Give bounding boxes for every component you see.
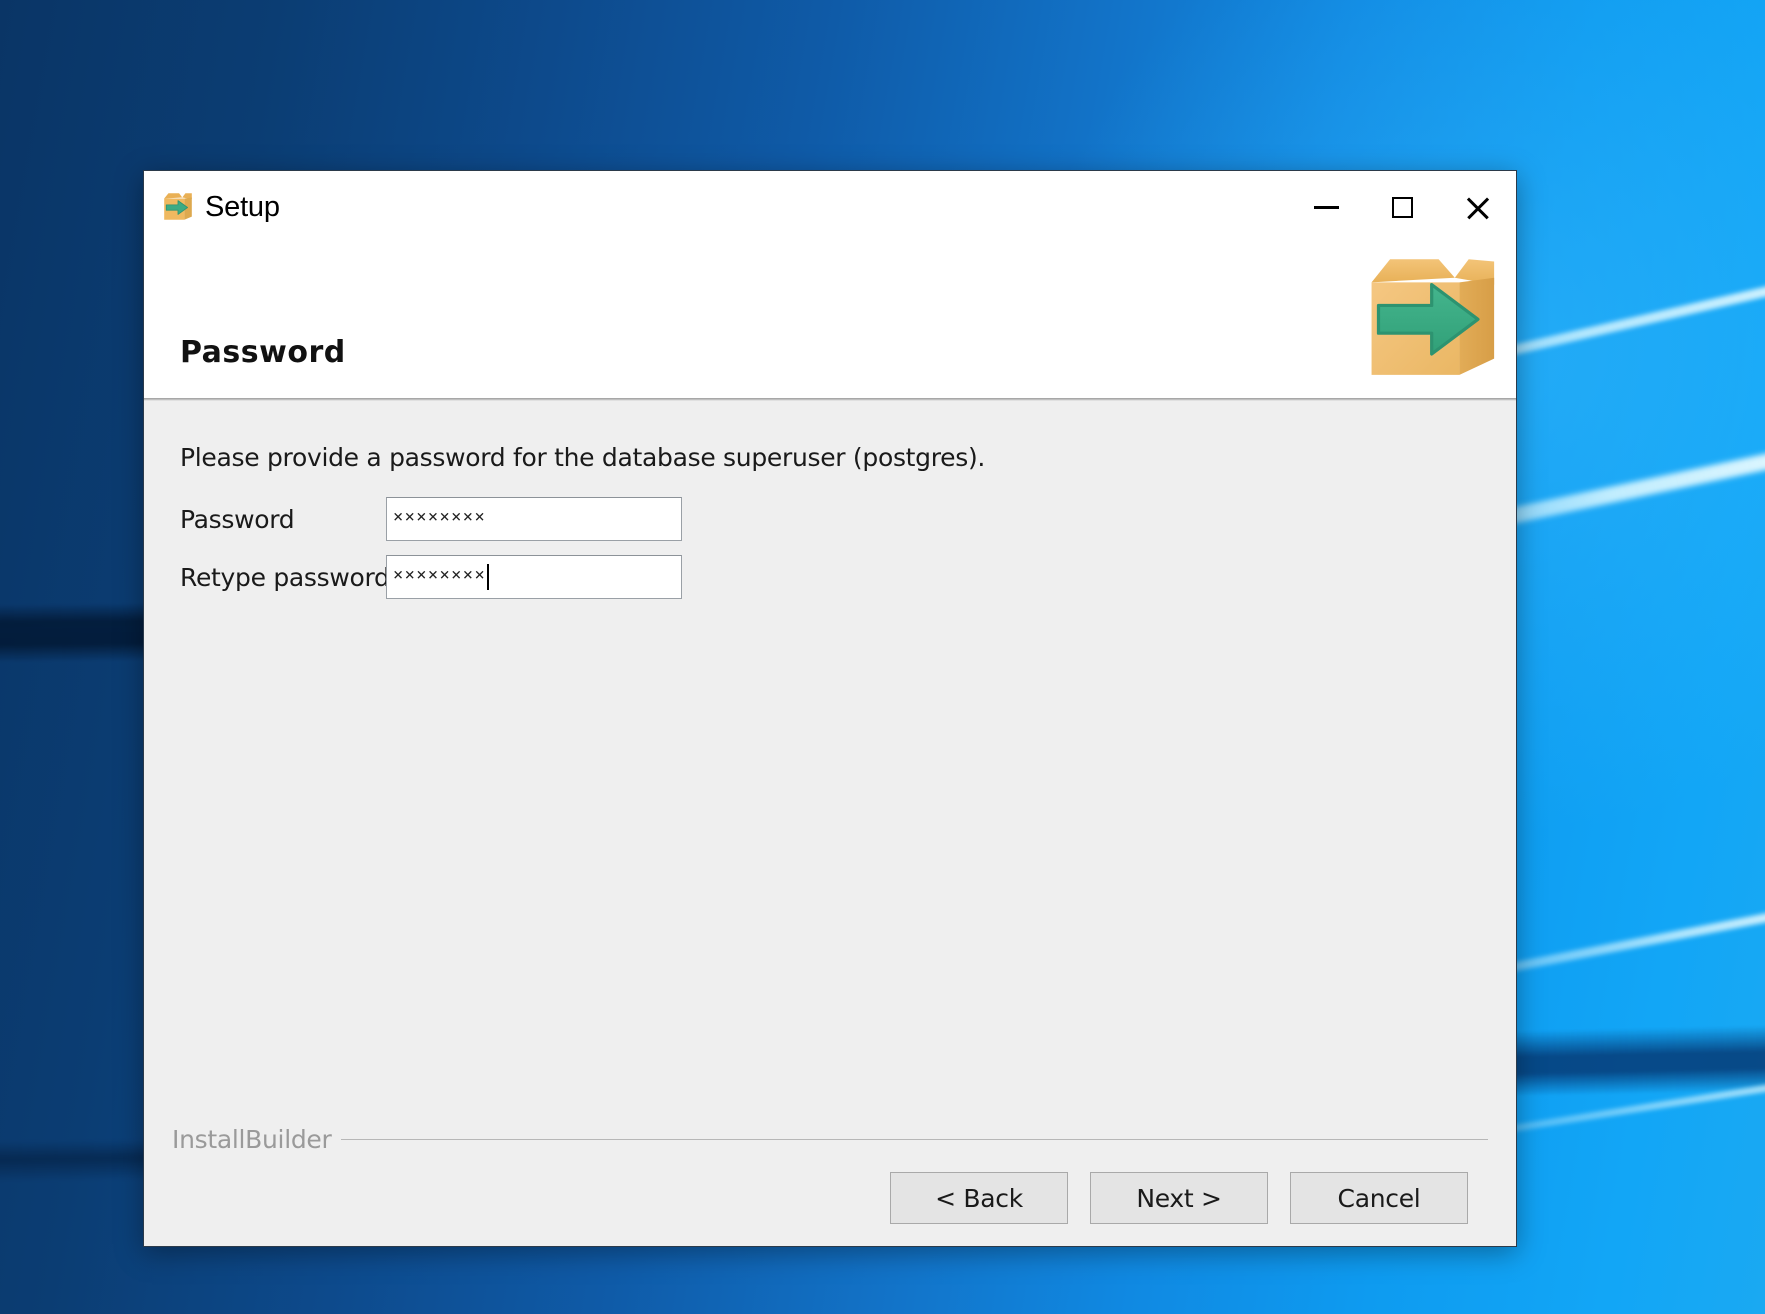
dialog-body: Please provide a password for the databa… bbox=[144, 401, 1516, 1125]
close-icon bbox=[1465, 194, 1491, 220]
retype-password-masked-value: ×××××××× bbox=[393, 564, 487, 585]
maximize-icon bbox=[1391, 196, 1413, 218]
dialog-footer: InstallBuilder < Back Next > Cancel bbox=[144, 1125, 1516, 1246]
back-button[interactable]: < Back bbox=[890, 1172, 1068, 1224]
page-title: Password bbox=[180, 335, 346, 370]
title-bar[interactable]: Setup bbox=[144, 171, 1516, 243]
minimize-icon bbox=[1313, 205, 1339, 209]
minimize-button[interactable] bbox=[1288, 171, 1364, 243]
installbuilder-box-arrow-logo bbox=[1360, 243, 1508, 391]
close-button[interactable] bbox=[1440, 171, 1516, 243]
installbuilder-brand-label: InstallBuilder bbox=[172, 1125, 332, 1154]
maximize-button[interactable] bbox=[1364, 171, 1440, 243]
retype-password-input[interactable]: ×××××××× bbox=[386, 555, 682, 599]
password-row: Password ×××××××× bbox=[180, 490, 1480, 548]
brand-row: InstallBuilder bbox=[168, 1125, 1492, 1154]
instruction-text: Please provide a password for the databa… bbox=[180, 443, 986, 472]
desktop-background: Setup Password Please provide a password… bbox=[0, 0, 1765, 1314]
window-title: Setup bbox=[205, 190, 280, 223]
installbuilder-box-arrow-icon bbox=[161, 190, 195, 224]
retype-password-label: Retype password bbox=[180, 562, 390, 592]
window-controls bbox=[1288, 171, 1516, 243]
next-button[interactable]: Next > bbox=[1090, 1172, 1268, 1224]
password-masked-value: ×××××××× bbox=[393, 506, 487, 527]
password-input[interactable]: ×××××××× bbox=[386, 497, 682, 541]
retype-password-row: Retype password ×××××××× bbox=[180, 548, 1480, 606]
text-cursor bbox=[487, 564, 490, 590]
password-label: Password bbox=[180, 504, 295, 534]
dialog-button-row: < Back Next > Cancel bbox=[168, 1172, 1492, 1224]
cancel-button[interactable]: Cancel bbox=[1290, 1172, 1468, 1224]
footer-divider bbox=[341, 1139, 1488, 1140]
page-header: Password bbox=[144, 243, 1516, 398]
password-form: Password ×××××××× Retype password ××××××… bbox=[180, 490, 1480, 606]
setup-dialog-window: Setup Password Please provide a password… bbox=[143, 170, 1517, 1247]
